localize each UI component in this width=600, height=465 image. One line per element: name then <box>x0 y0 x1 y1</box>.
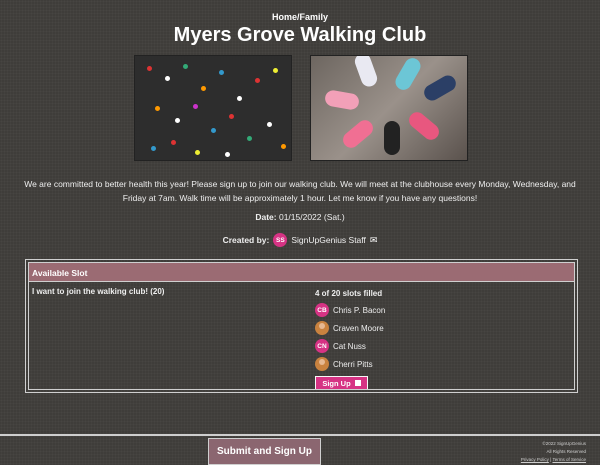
checkbox-icon[interactable] <box>354 380 361 386</box>
avatar: CN <box>315 339 329 353</box>
submit-and-sign-up-button[interactable]: Submit and Sign Up <box>208 438 321 465</box>
created-by-label: Created by: <box>222 235 270 245</box>
walkers-aerial-photo <box>134 55 292 161</box>
list-item: Craven Moore <box>315 319 385 337</box>
event-date: Date: 01/15/2022 (Sat.) <box>0 212 600 222</box>
breadcrumb[interactable]: Home/Family <box>0 12 600 22</box>
list-item: CB Chris P. Bacon <box>315 301 385 319</box>
creator-name: SignUpGenius Staff <box>291 235 366 245</box>
description: We are committed to better health this y… <box>24 179 576 203</box>
list-item: Cherri Pitts <box>315 355 385 373</box>
date-value: 01/15/2022 (Sat.) <box>278 212 345 222</box>
avatar: SS <box>273 233 288 247</box>
legal-footer: ©2022 SignUpGenius All Rights Reserved P… <box>521 440 586 464</box>
privacy-policy-link[interactable]: Privacy Policy <box>521 457 549 462</box>
list-item: CN Cat Nuss <box>315 337 385 355</box>
signer-list: CB Chris P. Bacon Craven Moore CN Cat Nu… <box>315 301 385 373</box>
signer-name: Cherri Pitts <box>333 359 373 369</box>
copyright-text: ©2022 SignUpGenius <box>542 441 586 446</box>
terms-of-service-link[interactable]: Terms of Service <box>552 457 586 462</box>
sign-up-label: Sign Up <box>322 378 351 388</box>
slots-filled-count: 4 of 20 slots filled <box>315 289 383 298</box>
slots-table: Available Slot I want to join the walkin… <box>25 259 578 393</box>
footer-divider <box>0 434 600 436</box>
signer-name: Craven Moore <box>333 323 384 333</box>
date-label: Date: <box>255 212 277 222</box>
signer-name: Chris P. Bacon <box>333 305 386 315</box>
avatar: CB <box>315 303 329 317</box>
rights-text: All Rights Reserved <box>546 449 586 454</box>
table-header: Available Slot <box>29 263 574 282</box>
mail-icon[interactable]: ✉ <box>370 235 378 246</box>
sneakers-circle-photo <box>310 55 468 161</box>
slot-name: I want to join the walking club! (20) <box>32 287 165 296</box>
divider <box>28 389 575 390</box>
created-by: Created by: SS SignUpGenius Staff ✉ <box>0 233 600 247</box>
sign-up-button[interactable]: Sign Up <box>315 376 368 390</box>
avatar <box>315 357 329 371</box>
avatar <box>315 321 329 335</box>
page-title: Myers Grove Walking Club <box>173 24 427 46</box>
signer-name: Cat Nuss <box>333 341 366 351</box>
